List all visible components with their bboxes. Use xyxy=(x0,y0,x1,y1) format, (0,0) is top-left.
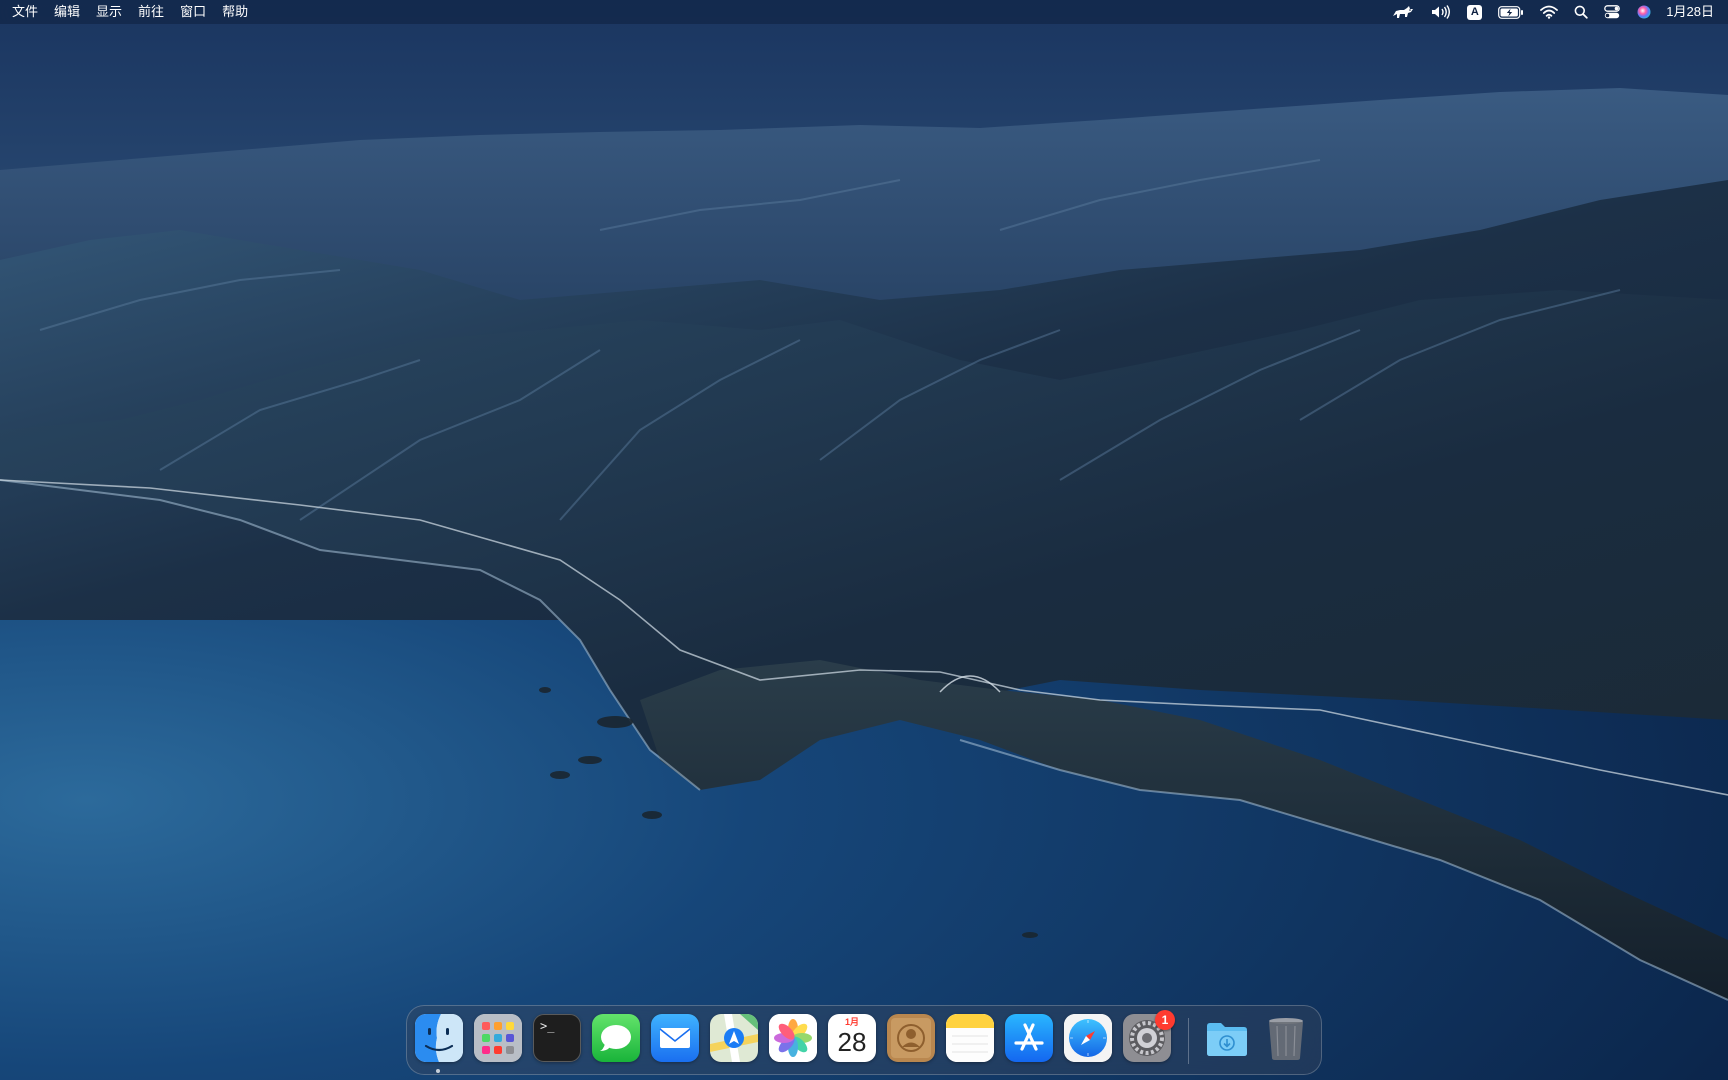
notes-icon[interactable] xyxy=(946,1014,994,1062)
terminal-icon[interactable]: >_ xyxy=(533,1014,581,1062)
trash-icon[interactable] xyxy=(1262,1014,1310,1062)
finder-icon[interactable] xyxy=(415,1014,463,1062)
volume-icon[interactable] xyxy=(1423,0,1459,24)
desktop-wallpaper xyxy=(0,0,1728,1080)
calendar-month: 1月 xyxy=(844,1017,859,1027)
input-source-icon[interactable]: A xyxy=(1459,0,1490,24)
status-area: A 1月28日 xyxy=(1383,0,1728,24)
battery-charging-icon[interactable] xyxy=(1490,0,1532,24)
dock-divider xyxy=(1188,1018,1189,1064)
system-preferences-badge: 1 xyxy=(1155,1010,1175,1030)
mail-icon[interactable] xyxy=(651,1014,699,1062)
dock: >_ 1月 28 1 xyxy=(406,1005,1322,1075)
contacts-icon[interactable] xyxy=(887,1014,935,1062)
launchpad-icon[interactable] xyxy=(474,1014,522,1062)
terminal-glyph: >_ xyxy=(540,1019,555,1033)
menu-view[interactable]: 显示 xyxy=(88,0,130,24)
menu-clock[interactable]: 1月28日 xyxy=(1660,0,1722,24)
menu-bar: 文件 编辑 显示 前往 窗口 帮助 A 1月28日 xyxy=(0,0,1728,24)
messages-icon[interactable] xyxy=(592,1014,640,1062)
spotlight-search-icon[interactable] xyxy=(1566,0,1596,24)
calendar-day: 28 xyxy=(837,1027,867,1057)
input-source-letter: A xyxy=(1467,4,1483,20)
wifi-icon[interactable] xyxy=(1532,0,1566,24)
menu-edit[interactable]: 编辑 xyxy=(46,0,88,24)
menu-window[interactable]: 窗口 xyxy=(172,0,214,24)
app-menus: 文件 编辑 显示 前往 窗口 帮助 xyxy=(0,0,256,24)
menu-help[interactable]: 帮助 xyxy=(214,0,256,24)
menu-go[interactable]: 前往 xyxy=(130,0,172,24)
control-center-icon[interactable] xyxy=(1596,0,1628,24)
app-store-icon[interactable] xyxy=(1005,1014,1053,1062)
menu-file[interactable]: 文件 xyxy=(4,0,46,24)
siri-icon[interactable] xyxy=(1628,0,1660,24)
safari-icon[interactable] xyxy=(1064,1014,1112,1062)
finder-running-indicator xyxy=(436,1069,440,1073)
calendar-icon[interactable]: 1月 28 xyxy=(828,1014,876,1062)
photos-icon[interactable] xyxy=(769,1014,817,1062)
maps-icon[interactable] xyxy=(710,1014,758,1062)
cat-app-icon[interactable] xyxy=(1383,0,1423,24)
downloads-folder-icon[interactable] xyxy=(1203,1014,1251,1062)
